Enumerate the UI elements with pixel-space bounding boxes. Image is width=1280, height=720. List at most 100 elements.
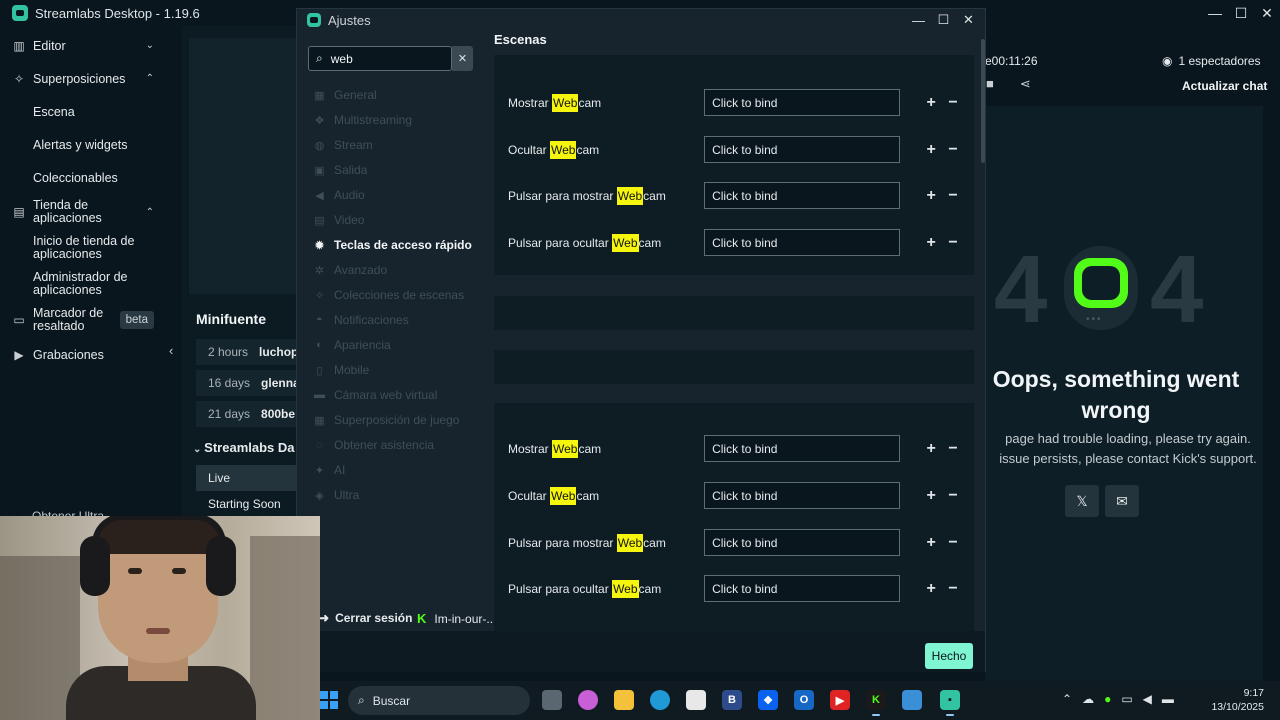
remove-binding-button[interactable]: − [942, 487, 964, 505]
add-binding-button[interactable]: + [920, 187, 942, 205]
youtube-icon[interactable]: ▶ [830, 690, 850, 710]
bind-key-field[interactable]: Click to bind [704, 575, 901, 602]
remove-binding-button[interactable]: − [942, 580, 964, 598]
clock-date: 13/10/2025 [1211, 701, 1264, 713]
bind-key-field[interactable]: Click to bind [704, 229, 901, 256]
nav-app-store-home[interactable]: Inicio de tienda de aplicaciones [0, 230, 166, 266]
category-output[interactable]: ▣ Salida [313, 161, 367, 179]
add-binding-button[interactable]: + [920, 580, 942, 598]
category-appearance[interactable]: ◐ Apariencia [313, 336, 391, 354]
category-ultra[interactable]: ◈ Ultra [313, 486, 359, 504]
app-maximize-button[interactable]: ☐ [1228, 0, 1254, 26]
category-get-support[interactable]: ◌ Obtener asistencia [313, 436, 434, 454]
category-ai[interactable]: ✦ AI [313, 461, 345, 479]
hotkey-row: Ocultar Webcam Click to bind + − [508, 136, 964, 163]
scene-item-starting-soon[interactable]: Starting Soon [196, 491, 308, 517]
settings-minimize-button[interactable]: — [906, 9, 931, 31]
remove-binding-button[interactable]: − [942, 187, 964, 205]
globe-icon: ◍ [314, 139, 325, 152]
remove-binding-button[interactable]: − [942, 440, 964, 458]
settings-maximize-button[interactable]: ☐ [931, 9, 956, 31]
store-icon[interactable] [686, 690, 706, 710]
windows-start-icon[interactable] [320, 691, 338, 709]
collapse-sidebar-icon[interactable]: ‹ [169, 343, 173, 358]
add-binding-button[interactable]: + [920, 440, 942, 458]
content-scrollbar[interactable] [981, 39, 985, 163]
dropbox-icon[interactable]: ❖ [758, 690, 778, 710]
kick-app-icon[interactable]: K [866, 690, 886, 716]
remove-binding-button[interactable]: − [942, 141, 964, 159]
category-multistreaming[interactable]: ❖ Multistreaming [313, 111, 412, 129]
photos-icon[interactable] [902, 690, 922, 710]
remove-binding-button[interactable]: − [942, 234, 964, 252]
nav-editor[interactable]: ▥ Editor ⌄ [0, 29, 166, 62]
settings-search-input[interactable]: ⌕ web [308, 46, 452, 71]
dashboard-section-title[interactable]: ⌄ Streamlabs Da [193, 440, 295, 455]
edge-icon[interactable] [650, 690, 670, 710]
feed-row: 16 days glenna [196, 370, 306, 396]
chevron-up-icon[interactable]: ⌃ [1062, 692, 1072, 706]
mic-icon[interactable]: ● [1104, 692, 1111, 706]
add-binding-button[interactable]: + [920, 534, 942, 552]
network-icon[interactable]: ▭ [1121, 692, 1132, 706]
task-view-icon[interactable] [542, 690, 562, 710]
taskbar-search[interactable]: ⌕ Buscar [348, 686, 530, 715]
camera-icon[interactable]: ■ [986, 76, 994, 92]
add-binding-button[interactable]: + [920, 94, 942, 112]
done-button[interactable]: Hecho [925, 643, 973, 669]
category-notifications[interactable]: ◓ Notificaciones [313, 311, 409, 329]
nav-scene[interactable]: Escena [0, 95, 166, 128]
logout-button[interactable]: ➜ Cerrar sesión [319, 611, 412, 625]
category-audio[interactable]: ◀ Audio [313, 186, 364, 204]
nav-overlays[interactable]: ✧ Superposiciones ⌃ [0, 62, 166, 95]
bind-key-field[interactable]: Click to bind [704, 529, 901, 556]
category-game-overlay[interactable]: ▦ Superposición de juego [313, 411, 459, 429]
copilot-icon[interactable] [578, 690, 598, 710]
volume-icon[interactable]: ◀ [1143, 692, 1152, 706]
error-title: Oops, something went wrong [992, 366, 1240, 423]
streamlabs-taskbar-icon[interactable]: ▪ [940, 690, 960, 716]
battery-icon[interactable]: ▬ [1162, 692, 1174, 706]
add-binding-button[interactable]: + [920, 141, 942, 159]
nav-recordings[interactable]: ▶ Grabaciones [0, 338, 166, 371]
remove-binding-button[interactable]: − [942, 94, 964, 112]
nav-alerts-widgets[interactable]: Alertas y widgets [0, 128, 166, 161]
app-close-button[interactable]: ✕ [1254, 0, 1280, 26]
x-social-button[interactable]: 𝕏 [1065, 485, 1099, 517]
b-app-icon[interactable]: B [722, 690, 742, 710]
cloud-off-icon[interactable]: ☁ [1082, 692, 1094, 706]
bind-key-field[interactable]: Click to bind [704, 482, 901, 509]
account-name: K Im-in-our-... [417, 611, 497, 626]
scene-item-live[interactable]: Live [196, 465, 308, 491]
category-scene-collections[interactable]: ✧ Colecciones de escenas [313, 286, 464, 304]
add-binding-button[interactable]: + [920, 487, 942, 505]
nav-app-store[interactable]: ▤ Tienda de aplicaciones ⌃ [0, 194, 166, 230]
category-virtual-webcam[interactable]: ▬ Cámara web virtual [313, 386, 437, 404]
taskbar-clock[interactable]: 9:17 13/10/2025 [1208, 686, 1264, 714]
settings-dialog: Ajustes — ☐ ✕ ⌕ web ✕ ▦ General ❖ Multistr… [296, 8, 986, 672]
share-icon[interactable]: ⋖ [1020, 76, 1031, 92]
category-hotkeys[interactable]: ✹ Teclas de acceso rápido [313, 236, 472, 254]
clear-search-button[interactable]: ✕ [452, 46, 473, 71]
settings-close-button[interactable]: ✕ [956, 9, 981, 31]
remove-binding-button[interactable]: − [942, 534, 964, 552]
hotkey-label: Ocultar Webcam [508, 486, 600, 505]
category-advanced[interactable]: ✲ Avanzado [313, 261, 387, 279]
bind-key-field[interactable]: Click to bind [704, 182, 901, 209]
bind-key-field[interactable]: Click to bind [704, 435, 901, 462]
mail-button[interactable]: ✉ [1105, 485, 1139, 517]
outlook-icon[interactable]: O [794, 690, 814, 710]
nav-app-manager[interactable]: Administrador de aplicaciones [0, 266, 166, 302]
category-video[interactable]: ▤ Video [313, 211, 364, 229]
category-stream[interactable]: ◍ Stream [313, 136, 373, 154]
bind-key-field[interactable]: Click to bind [704, 136, 901, 163]
bind-key-field[interactable]: Click to bind [704, 89, 901, 116]
app-minimize-button[interactable]: — [1202, 0, 1228, 26]
category-mobile[interactable]: ▯ Mobile [313, 361, 369, 379]
category-general[interactable]: ▦ General [313, 86, 376, 104]
add-binding-button[interactable]: + [920, 234, 942, 252]
nav-collectibles[interactable]: Coleccionables [0, 161, 166, 194]
refresh-chat-button[interactable]: Actualizar chat [1182, 79, 1267, 93]
file-explorer-icon[interactable] [614, 690, 634, 710]
nav-highlighter[interactable]: ▭ Marcador de resaltado beta [0, 302, 166, 338]
